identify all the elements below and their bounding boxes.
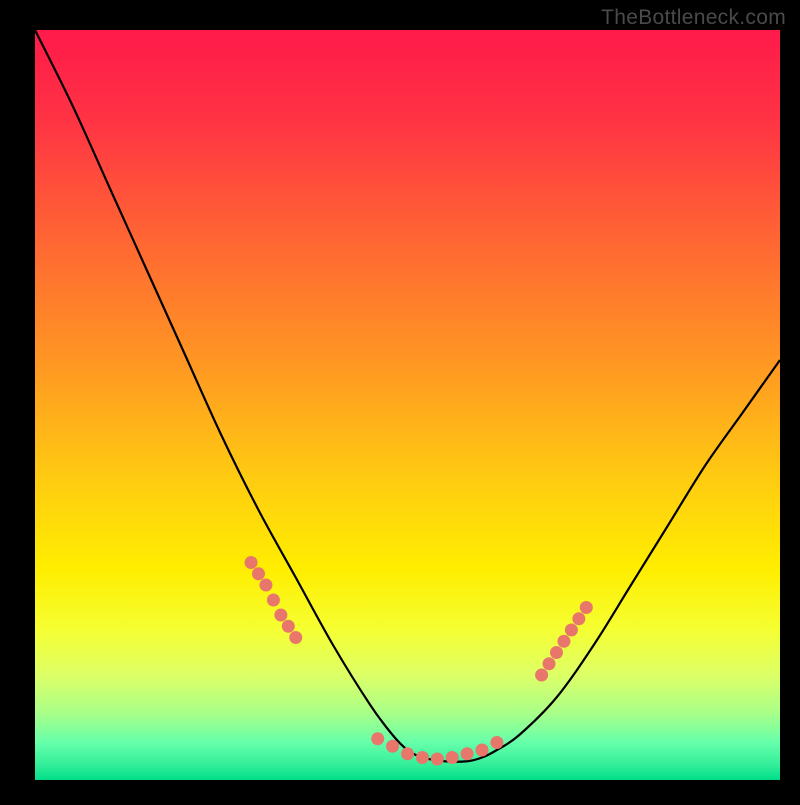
highlight-dot-right [550, 646, 563, 659]
highlight-dot-bottom [461, 747, 474, 760]
bottleneck-chart [0, 0, 800, 800]
highlight-dot-bottom [476, 744, 489, 757]
highlight-dot-bottom [371, 732, 384, 745]
highlight-dot-left [289, 631, 302, 644]
highlight-dot-bottom [401, 747, 414, 760]
highlight-dot-right [535, 669, 548, 682]
highlight-dot-bottom [446, 751, 459, 764]
highlight-dot-bottom [490, 736, 503, 749]
highlight-dot-left [282, 620, 295, 633]
highlight-dot-left [267, 594, 280, 607]
highlight-dot-left [245, 556, 258, 569]
highlight-dot-bottom [416, 751, 429, 764]
chart-container [0, 0, 800, 800]
highlight-dot-bottom [386, 740, 399, 753]
chart-background [35, 30, 780, 780]
highlight-dot-right [580, 601, 593, 614]
watermark-text: TheBottleneck.com [601, 6, 786, 30]
highlight-dot-right [565, 624, 578, 637]
highlight-dot-bottom [431, 753, 444, 766]
highlight-dot-left [252, 567, 265, 580]
highlight-dot-right [543, 657, 556, 670]
highlight-dot-right [572, 612, 585, 625]
highlight-dot-right [557, 635, 570, 648]
highlight-dot-left [259, 579, 272, 592]
highlight-dot-left [274, 609, 287, 622]
